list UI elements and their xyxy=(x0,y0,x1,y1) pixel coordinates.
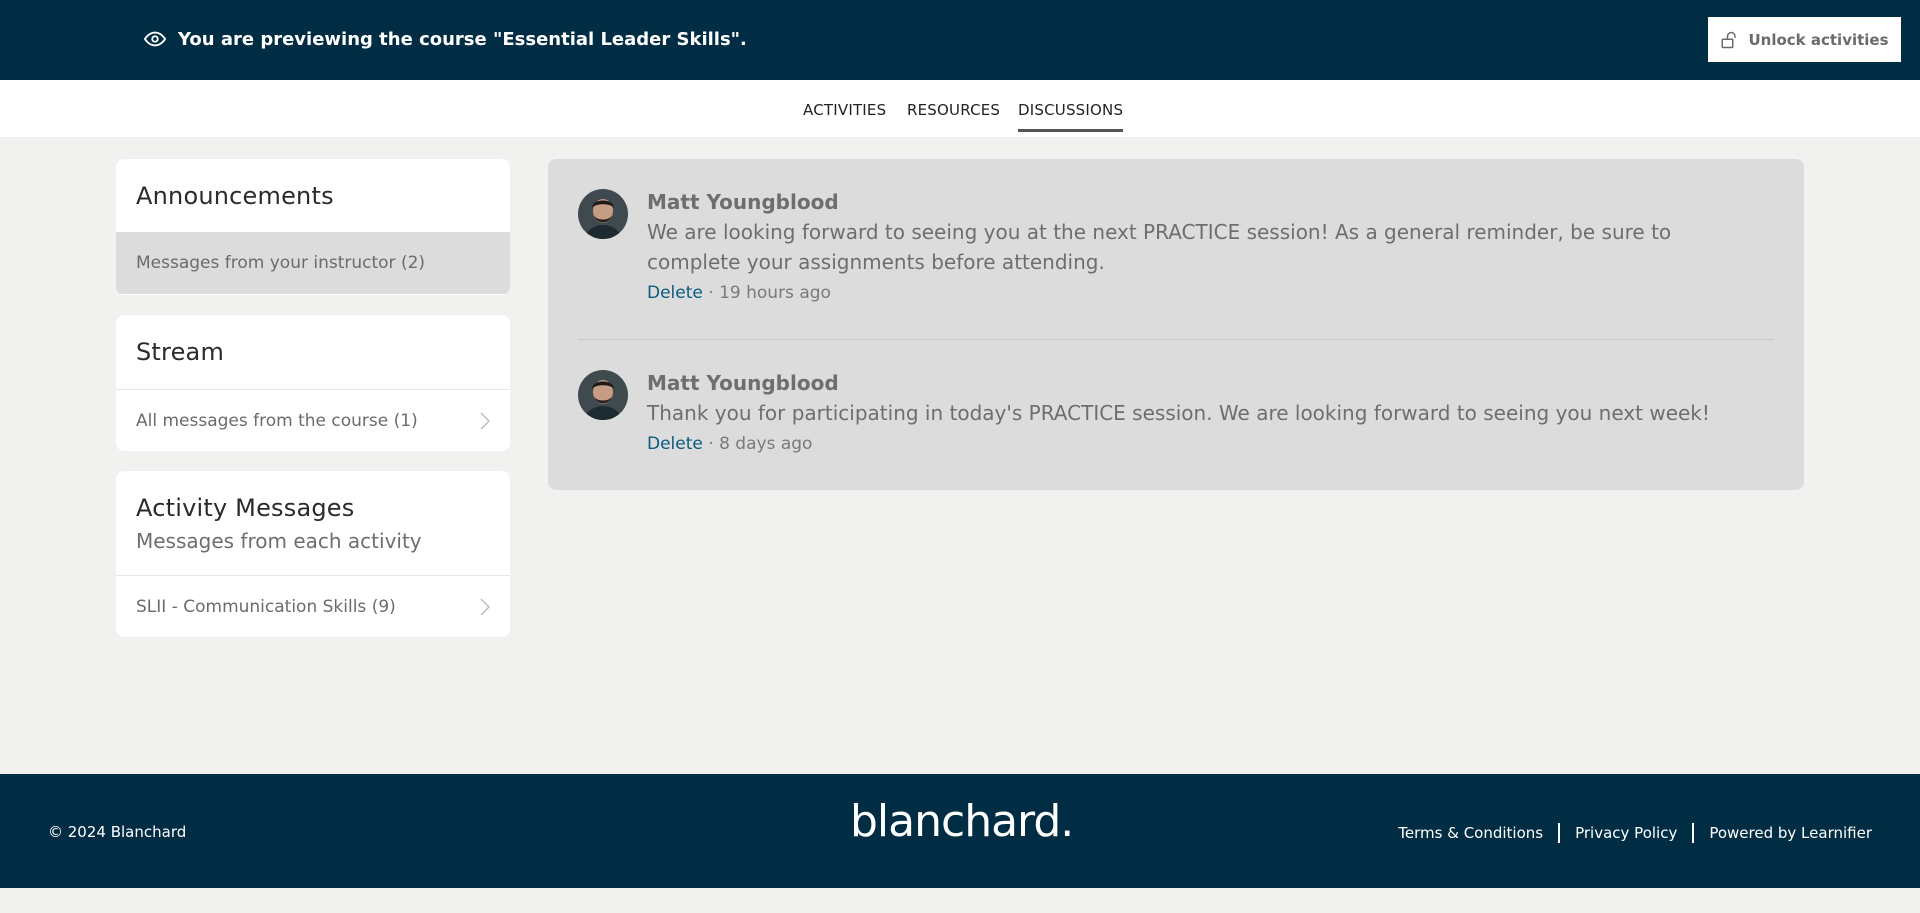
unlock-icon xyxy=(1720,31,1738,49)
post-message: We are looking forward to seeing you at … xyxy=(647,220,1672,274)
announcements-card: Announcements Messages from your instruc… xyxy=(116,159,510,295)
sidebar-item-label: SLII - Communication Skills (9) xyxy=(136,596,396,617)
terms-link[interactable]: Terms & Conditions xyxy=(1398,824,1543,842)
link-divider xyxy=(1558,823,1561,843)
chevron-right-icon xyxy=(480,412,490,430)
chevron-right-icon xyxy=(480,598,490,616)
tab-discussions[interactable]: DISCUSSIONS xyxy=(1018,101,1124,132)
activity-messages-subtitle: Messages from each activity xyxy=(136,529,422,553)
preview-banner: You are previewing the course "Essential… xyxy=(0,0,1920,80)
delete-link[interactable]: Delete xyxy=(647,283,703,303)
delete-link[interactable]: Delete xyxy=(647,434,703,454)
footer: © 2024 Blanchard blanchard. Terms & Cond… xyxy=(0,774,1920,888)
privacy-link[interactable]: Privacy Policy xyxy=(1575,824,1677,842)
meta-separator: · xyxy=(708,434,720,454)
brand-logo: blanchard. xyxy=(850,796,1074,847)
post-author: Matt Youngblood xyxy=(647,371,839,395)
link-divider xyxy=(1692,823,1695,843)
post-meta: Delete · 19 hours ago xyxy=(647,283,1767,303)
activity-messages-card: Activity Messages Messages from each act… xyxy=(116,471,510,637)
preview-message: You are previewing the course "Essential… xyxy=(144,28,747,50)
tab-activities[interactable]: ACTIVITIES xyxy=(803,101,886,119)
activity-messages-title: Activity Messages xyxy=(136,494,355,522)
stream-card: Stream All messages from the course (1) xyxy=(116,315,510,451)
post-message: Thank you for participating in today's P… xyxy=(647,401,1710,425)
post-time: 8 days ago xyxy=(719,434,813,454)
discussion-panel: Matt Youngblood We are looking forward t… xyxy=(548,159,1804,490)
powered-by-link[interactable]: Powered by Learnifier xyxy=(1709,824,1872,842)
avatar xyxy=(578,189,628,239)
sidebar-item-course-messages[interactable]: All messages from the course (1) xyxy=(116,389,510,451)
post-time: 19 hours ago xyxy=(719,283,831,303)
sidebar-item-label: All messages from the course (1) xyxy=(136,410,418,431)
sidebar-item-label: Messages from your instructor (2) xyxy=(136,253,426,273)
post-meta: Delete · 8 days ago xyxy=(647,434,1767,454)
avatar xyxy=(578,370,628,420)
course-tabs: ACTIVITIES RESOURCES DISCUSSIONS xyxy=(0,80,1920,137)
post-author: Matt Youngblood xyxy=(647,190,839,214)
post-body: Matt Youngblood Thank you for participat… xyxy=(647,370,1767,454)
eye-icon xyxy=(144,28,166,50)
announcements-title: Announcements xyxy=(136,182,334,210)
copyright-text: © 2024 Blanchard xyxy=(48,823,187,841)
preview-text: You are previewing the course "Essential… xyxy=(178,28,747,50)
unlock-activities-button[interactable]: Unlock activities xyxy=(1708,17,1901,62)
sidebar-item-instructor-messages[interactable]: Messages from your instructor (2) xyxy=(116,232,510,294)
post-body: Matt Youngblood We are looking forward t… xyxy=(647,189,1767,303)
footer-links: Terms & Conditions Privacy Policy Powere… xyxy=(1398,823,1872,843)
stream-title: Stream xyxy=(136,338,225,366)
post-divider xyxy=(578,339,1774,340)
meta-separator: · xyxy=(708,283,720,303)
tab-resources[interactable]: RESOURCES xyxy=(907,101,1000,119)
unlock-label: Unlock activities xyxy=(1748,30,1889,49)
sidebar-item-activity[interactable]: SLII - Communication Skills (9) xyxy=(116,575,510,637)
